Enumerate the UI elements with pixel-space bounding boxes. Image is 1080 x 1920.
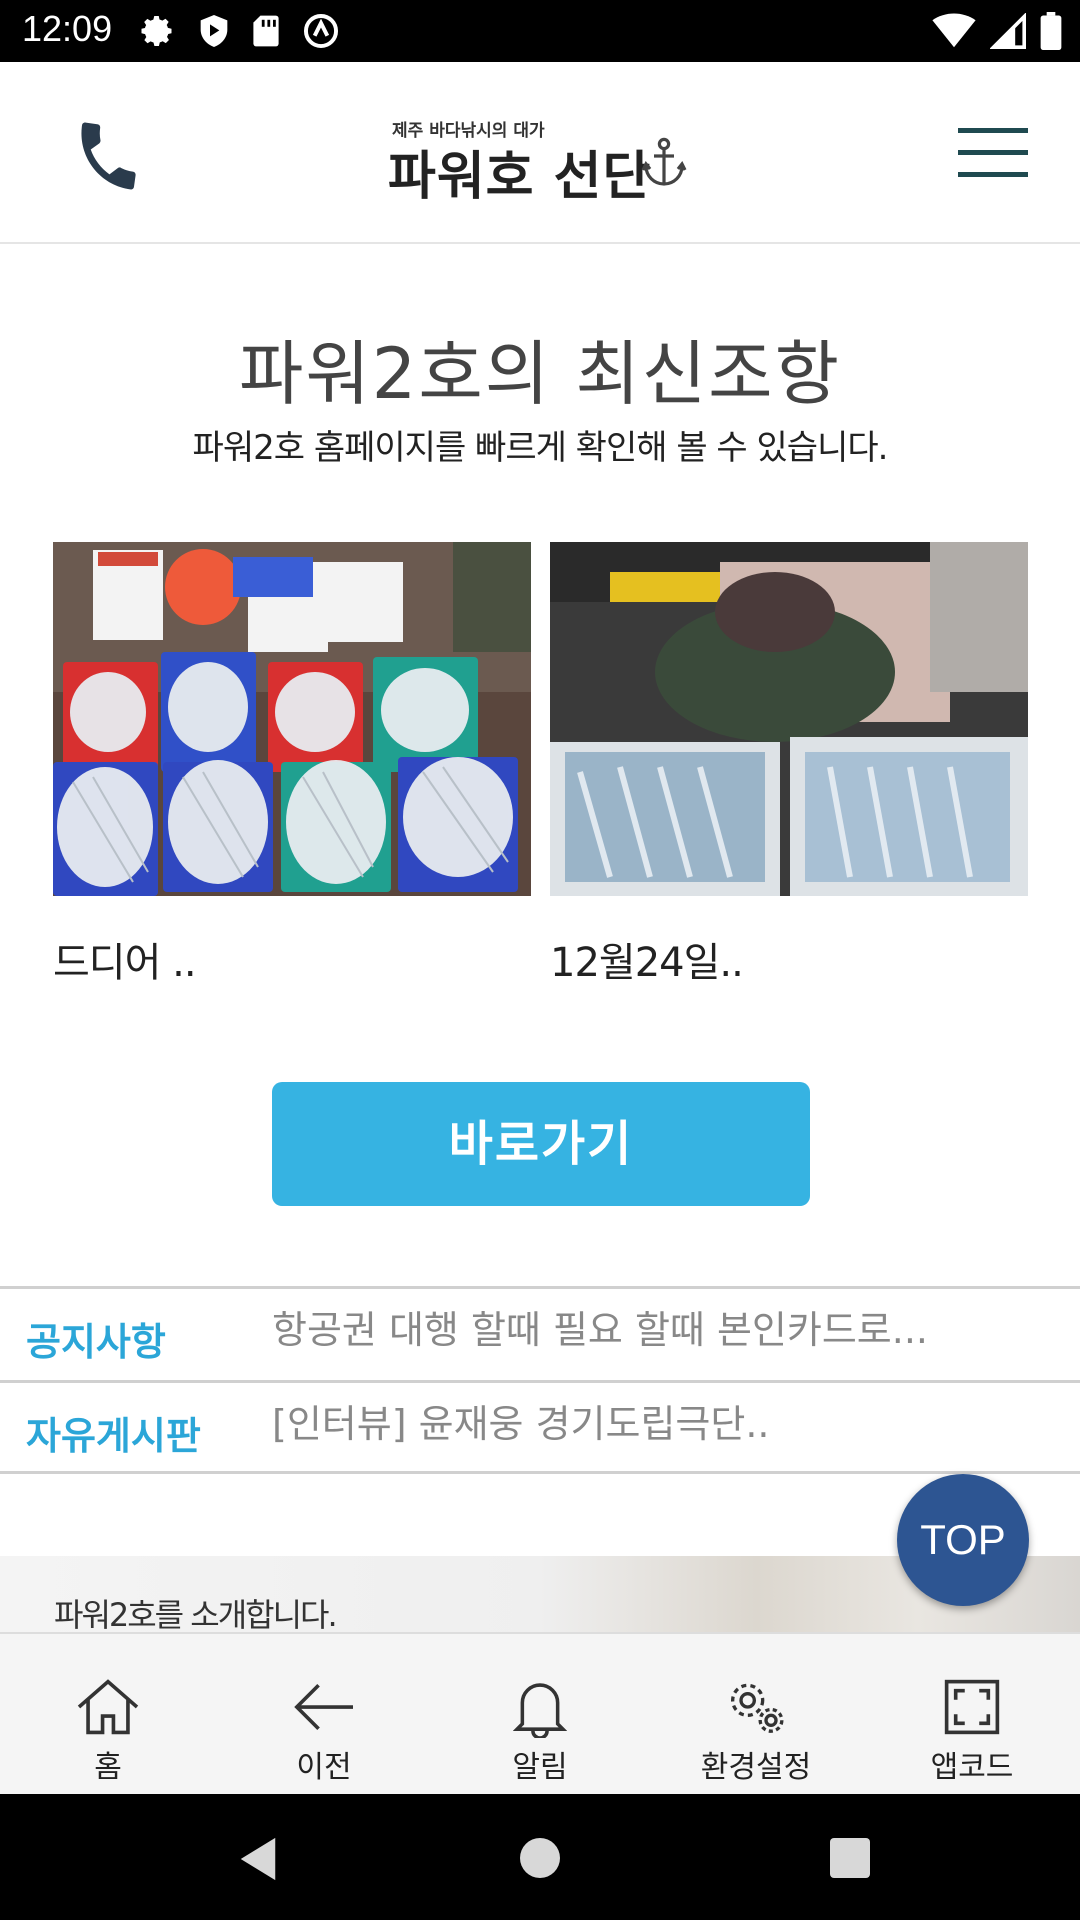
bell-icon	[513, 1683, 567, 1738]
scroll-top-button[interactable]: TOP	[897, 1474, 1029, 1606]
nav-settings[interactable]: 환경설정	[648, 1634, 864, 1794]
gear-icon	[731, 1683, 784, 1733]
bottom-nav: 홈 이전 알림 환경설정 앱코드	[0, 1632, 1080, 1794]
section-title: 파워2호의 최신조항	[239, 333, 841, 415]
nav-label: 홈	[94, 1750, 122, 1785]
nav-label: 이전	[296, 1750, 352, 1785]
cell-signal-icon	[990, 13, 1026, 49]
settings-status-icon	[141, 16, 172, 46]
home-icon	[77, 1679, 139, 1735]
post-card[interactable]: 드디어 ..	[53, 542, 531, 988]
board-row-notice[interactable]: 공지사항 항공권 대행 할때 필요 할때 본인카드로...	[0, 1286, 1080, 1380]
menu-bar-icon	[958, 128, 1028, 133]
section-subtitle: 파워2호 홈페이지를 빠르게 확인해 볼 수 있습니다.	[192, 428, 889, 468]
qr-frame-icon	[944, 1679, 1000, 1735]
phone-icon	[81, 122, 136, 190]
wifi-icon	[932, 13, 976, 48]
back-arrow-icon	[294, 1683, 353, 1731]
nav-app-code[interactable]: 앱코드	[864, 1634, 1080, 1794]
system-nav-bar	[0, 1794, 1080, 1920]
do-not-disturb-status-icon	[303, 13, 339, 49]
sd-card-status-icon	[253, 15, 279, 47]
intro-text: 파워2호를 소개합니다.	[54, 1596, 338, 1632]
nav-home[interactable]: 홈	[0, 1634, 216, 1794]
board-category[interactable]: 자유게시판	[26, 1405, 201, 1460]
nav-label: 알림	[512, 1750, 568, 1785]
board-latest-post[interactable]: [인터뷰] 윤재웅 경기도립극단..	[272, 1393, 770, 1448]
board-latest-post[interactable]: 항공권 대행 할때 필요 할때 본인카드로...	[272, 1299, 928, 1354]
nav-label: 앱코드	[930, 1750, 1014, 1785]
fish-catch-photo[interactable]	[53, 542, 531, 896]
fish-catch-photo[interactable]	[550, 542, 1028, 896]
nav-back[interactable]: 이전	[216, 1634, 432, 1794]
system-back-icon[interactable]	[236, 1836, 280, 1882]
call-button[interactable]	[68, 116, 148, 196]
shield-play-status-icon	[200, 15, 228, 47]
app-header: 제주 바다낚시의 대가 파워호 선단	[0, 62, 1080, 244]
status-bar: 12:09	[0, 0, 1080, 62]
go-button[interactable]: 바로가기	[272, 1082, 810, 1206]
battery-icon	[1040, 12, 1062, 50]
nav-notifications[interactable]: 알림	[432, 1634, 648, 1794]
status-time: 12:09	[22, 8, 113, 49]
hamburger-menu-button[interactable]	[958, 128, 1028, 178]
post-caption[interactable]: 드디어 ..	[53, 930, 531, 988]
logo-title: 파워호 선단	[388, 147, 652, 207]
board-list: 공지사항 항공권 대행 할때 필요 할때 본인카드로... 자유게시판 [인터뷰…	[0, 1286, 1080, 1474]
menu-bar-icon	[958, 172, 1028, 177]
board-row-free[interactable]: 자유게시판 [인터뷰] 윤재웅 경기도립극단..	[0, 1380, 1080, 1474]
nav-label: 환경설정	[700, 1750, 812, 1785]
menu-bar-icon	[958, 150, 1028, 155]
anchor-icon	[641, 137, 687, 186]
system-home-icon[interactable]	[518, 1836, 562, 1880]
post-caption[interactable]: 12월24일..	[550, 930, 1028, 988]
system-recents-icon[interactable]	[830, 1838, 870, 1878]
post-card[interactable]: 12월24일..	[550, 542, 1028, 988]
brand-logo[interactable]: 제주 바다낚시의 대가 파워호 선단	[388, 116, 698, 216]
board-category[interactable]: 공지사항	[26, 1311, 166, 1366]
